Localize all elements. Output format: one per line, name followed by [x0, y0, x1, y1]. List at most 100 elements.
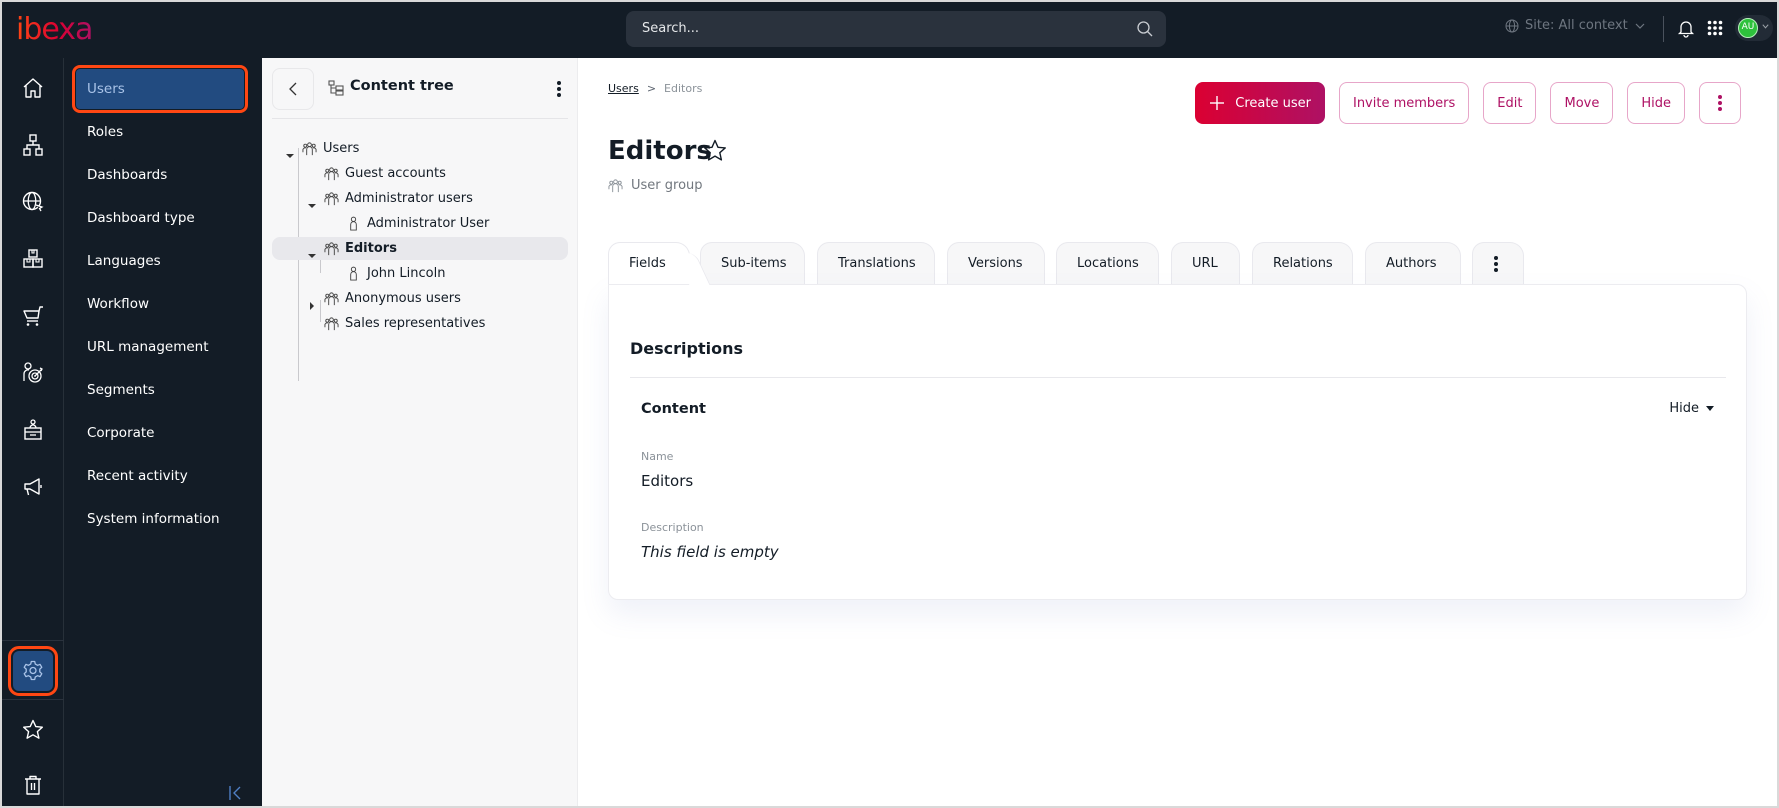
rail-home[interactable] — [13, 68, 53, 108]
tree-item[interactable]: Administrator users — [272, 187, 568, 210]
tab-relations[interactable]: Relations — [1252, 242, 1353, 284]
rail-trash[interactable] — [13, 765, 53, 805]
user-menu[interactable]: AU — [1735, 15, 1773, 41]
user-group-icon — [324, 241, 339, 256]
caret-down-icon[interactable] — [308, 245, 316, 258]
create-user-button[interactable]: Create user — [1195, 82, 1325, 124]
tree-divider — [272, 118, 568, 119]
content-tree-icon — [328, 80, 344, 96]
nav-item-users[interactable]: Users — [72, 65, 248, 113]
search-icon[interactable] — [1136, 20, 1154, 38]
bell-icon[interactable] — [1677, 18, 1695, 38]
caret-down-icon[interactable] — [286, 145, 294, 158]
nav-item-url-management[interactable]: URL management — [76, 327, 244, 367]
user-group-icon — [324, 291, 339, 306]
caret-down-icon — [1706, 405, 1714, 411]
user-group-icon — [608, 179, 623, 193]
more-actions-button[interactable] — [1699, 82, 1741, 124]
panel-divider — [630, 377, 1726, 378]
rail-admin[interactable] — [8, 646, 58, 696]
user-group-icon — [324, 166, 339, 181]
breadcrumb: Users > Editors — [608, 82, 702, 95]
tree-item[interactable]: Administrator User — [272, 212, 568, 235]
invite-members-button[interactable]: Invite members — [1338, 82, 1470, 124]
tab-versions[interactable]: Versions — [947, 242, 1045, 284]
site-context-selector[interactable]: Site: All context — [1505, 18, 1646, 33]
main-content: Users > Editors Create user Invite membe… — [579, 58, 1777, 806]
tree-item-label: Users — [323, 141, 360, 156]
tree-item[interactable]: Anonymous users — [272, 287, 568, 310]
main-menu-rail — [2, 58, 64, 806]
structure-icon — [23, 134, 43, 156]
nav-item-roles[interactable]: Roles — [76, 112, 244, 152]
edit-button[interactable]: Edit — [1483, 82, 1537, 124]
tab-translations[interactable]: Translations — [817, 242, 935, 284]
rail-commerce[interactable] — [13, 296, 53, 336]
search-placeholder: Search... — [642, 21, 700, 36]
nav-item-corporate[interactable]: Corporate — [76, 413, 244, 453]
field-group-toggle[interactable]: Hide — [1669, 401, 1715, 416]
top-bar: ibexa Search... Site: All context AU — [2, 2, 1777, 58]
gear-icon — [23, 660, 43, 681]
trash-icon — [25, 775, 41, 795]
target-user-icon — [23, 362, 43, 383]
collapse-tree-button[interactable] — [272, 68, 314, 110]
tab-locations[interactable]: Locations — [1056, 242, 1159, 284]
search-input[interactable]: Search... — [626, 11, 1166, 47]
nav-item-workflow[interactable]: Workflow — [76, 284, 244, 324]
tab-fields[interactable]: Fields — [608, 242, 690, 284]
rail-marketing[interactable] — [13, 467, 53, 507]
tree-item-label: Sales representatives — [345, 316, 486, 331]
caret-down-icon[interactable] — [308, 195, 316, 208]
move-button[interactable]: Move — [1550, 82, 1614, 124]
tree-item[interactable]: John Lincoln — [272, 262, 568, 285]
tree-item[interactable]: Sales representatives — [272, 312, 568, 335]
tree-item[interactable]: Users — [272, 137, 568, 160]
nav-item-system-information[interactable]: System information — [76, 499, 244, 539]
globe-icon — [22, 191, 44, 212]
content-type-label: User group — [631, 178, 703, 193]
rail-personalization[interactable] — [13, 353, 53, 393]
content-tree-panel: Content tree Users Guest accounts Administ… — [262, 58, 578, 806]
field-label-description: Description — [641, 521, 704, 534]
apps-grid-icon[interactable] — [1707, 20, 1723, 36]
megaphone-icon — [24, 478, 42, 496]
rail-products[interactable] — [13, 239, 53, 279]
tree-item[interactable]: Guest accounts — [272, 162, 568, 185]
breadcrumb-link-users[interactable]: Users — [608, 82, 639, 95]
nav-item-languages[interactable]: Languages — [76, 241, 244, 281]
user-group-icon — [324, 316, 339, 331]
home-icon — [23, 78, 43, 98]
tab-sub-items[interactable]: Sub-items — [700, 242, 805, 284]
nav-item-dashboards[interactable]: Dashboards — [76, 155, 244, 195]
hide-button[interactable]: Hide — [1627, 82, 1685, 124]
tab-authors[interactable]: Authors — [1365, 242, 1461, 284]
collapse-sidebar-icon[interactable] — [228, 784, 244, 802]
admin-nav: Users Roles Dashboards Dashboard type La… — [64, 58, 262, 806]
tab-url[interactable]: URL — [1171, 242, 1240, 284]
action-bar: Create user Invite members Edit Move Hid… — [1195, 82, 1741, 124]
nav-item-segments[interactable]: Segments — [76, 370, 244, 410]
field-value-name: Editors — [641, 472, 694, 490]
page-title: Editors — [608, 136, 712, 166]
avatar: AU — [1738, 18, 1758, 38]
tree-item[interactable]: Editors — [272, 237, 568, 260]
globe-icon — [1505, 19, 1519, 32]
rail-site[interactable] — [13, 182, 53, 222]
caret-right-icon[interactable] — [308, 295, 316, 310]
tree-item-label: Administrator User — [367, 216, 490, 231]
rail-corporate[interactable] — [13, 410, 53, 450]
nav-item-dashboard-type[interactable]: Dashboard type — [76, 198, 244, 238]
tab-more[interactable] — [1472, 242, 1524, 284]
ibexa-logo[interactable]: ibexa — [16, 12, 93, 47]
rail-bookmarks[interactable] — [13, 710, 53, 750]
breadcrumb-separator: > — [646, 82, 657, 95]
more-options-icon[interactable] — [556, 80, 562, 98]
app-window: ibexa Search... Site: All context AU Use… — [2, 2, 1777, 806]
chevron-left-icon — [289, 82, 297, 96]
rail-content-structure[interactable] — [13, 125, 53, 165]
bookmark-star-icon[interactable] — [702, 138, 728, 164]
tree-item-label: Editors — [345, 241, 397, 256]
breadcrumb-current: Editors — [664, 82, 703, 95]
nav-item-recent-activity[interactable]: Recent activity — [76, 456, 244, 496]
